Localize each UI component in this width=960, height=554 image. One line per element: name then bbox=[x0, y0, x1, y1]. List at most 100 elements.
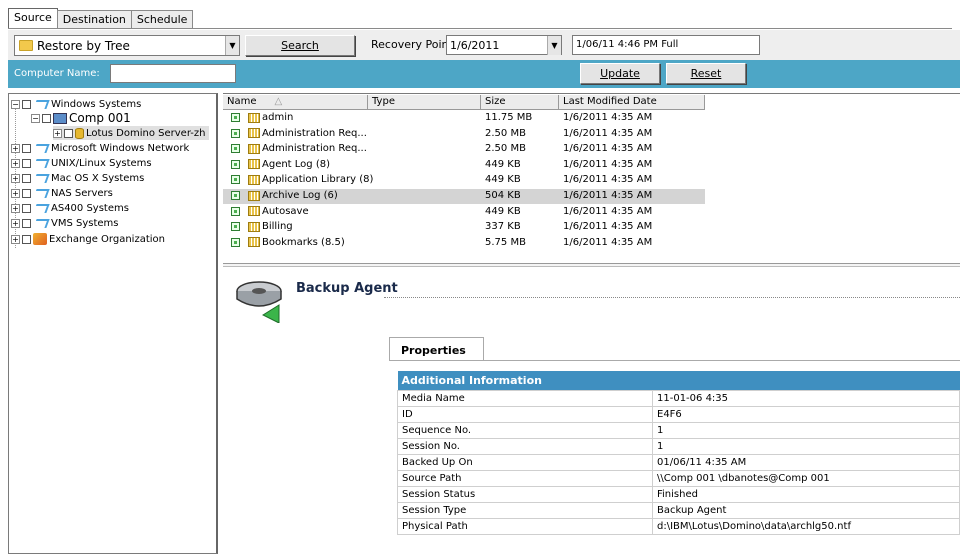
table-row[interactable]: Administration Req... 2.50 MB 1/6/2011 4:3… bbox=[223, 127, 705, 142]
row-checkbox[interactable] bbox=[231, 237, 240, 247]
collapse-icon[interactable]: − bbox=[31, 113, 40, 123]
table-row[interactable]: Autosave 449 KB 1/6/2011 4:35 AM bbox=[223, 205, 705, 220]
file-size: 2.50 MB bbox=[485, 127, 526, 139]
tree-node-label: Mac OS X Systems bbox=[51, 172, 145, 184]
file-date: 1/6/2011 4:35 AM bbox=[563, 221, 653, 233]
network-icon bbox=[33, 172, 49, 184]
tree-checkbox[interactable] bbox=[22, 188, 31, 198]
table-row[interactable]: Billing 337 KB 1/6/2011 4:35 AM bbox=[223, 220, 705, 235]
file-date: 1/6/2011 4:35 AM bbox=[563, 190, 653, 201]
tree-checkbox[interactable] bbox=[22, 218, 31, 228]
recovery-point-select[interactable]: 1/6/2011 ▼ bbox=[446, 35, 562, 55]
property-row: Session Status Finished bbox=[397, 485, 960, 503]
tree-node-nas-servers[interactable]: + NAS Servers bbox=[11, 186, 113, 200]
row-checkbox[interactable] bbox=[231, 128, 240, 138]
file-size: 449 KB bbox=[485, 158, 521, 170]
row-checkbox[interactable] bbox=[231, 113, 240, 122]
network-icon bbox=[33, 202, 49, 214]
section-header: Additional Information bbox=[397, 371, 960, 390]
network-icon bbox=[33, 142, 49, 154]
tree-checkbox[interactable] bbox=[64, 128, 73, 138]
computer-name-input[interactable] bbox=[110, 64, 236, 83]
row-checkbox[interactable] bbox=[231, 222, 240, 232]
tab-schedule[interactable]: Schedule bbox=[130, 10, 194, 29]
expand-icon[interactable]: + bbox=[11, 188, 20, 198]
tree-checkbox[interactable] bbox=[22, 99, 31, 109]
expand-icon[interactable]: + bbox=[11, 158, 20, 168]
property-key: Session Type bbox=[397, 501, 653, 519]
tree-node-ms-windows-network[interactable]: + Microsoft Windows Network bbox=[11, 141, 189, 155]
tab-destination[interactable]: Destination bbox=[56, 10, 132, 29]
table-row[interactable]: Bookmarks (8.5) 5.75 MB 1/6/2011 4:35 AM bbox=[223, 236, 705, 251]
expand-icon[interactable]: + bbox=[11, 203, 20, 213]
update-button[interactable]: Update bbox=[580, 63, 660, 84]
tree-node-exchange[interactable]: + Exchange Organization bbox=[11, 232, 165, 246]
row-checkbox[interactable] bbox=[231, 159, 240, 169]
property-key: Source Path bbox=[397, 469, 653, 487]
tree-node-label: Comp 001 bbox=[69, 111, 131, 125]
file-date: 1/6/2011 4:35 AM bbox=[563, 143, 653, 155]
expand-icon[interactable]: + bbox=[11, 143, 20, 153]
search-button[interactable]: Search bbox=[245, 35, 355, 56]
recovery-point-detail: 1/06/11 4:46 PM Full bbox=[572, 35, 760, 55]
expand-icon[interactable]: + bbox=[53, 128, 62, 138]
chevron-down-icon[interactable]: ▼ bbox=[225, 36, 239, 55]
property-key: Backed Up On bbox=[397, 453, 653, 471]
column-header-type[interactable]: Type bbox=[368, 95, 481, 110]
tree-node-label: AS400 Systems bbox=[51, 202, 129, 214]
property-row: Sequence No. 1 bbox=[397, 421, 960, 439]
restore-mode-select[interactable]: Restore by Tree ▼ bbox=[14, 35, 240, 56]
network-icon bbox=[33, 157, 49, 169]
row-checkbox[interactable] bbox=[231, 191, 240, 200]
tree-node-label: VMS Systems bbox=[51, 217, 119, 229]
tree-node-label: Microsoft Windows Network bbox=[51, 142, 190, 154]
tree-checkbox[interactable] bbox=[22, 203, 31, 213]
document-icon bbox=[248, 112, 260, 123]
tree-checkbox[interactable] bbox=[22, 234, 31, 244]
property-row: Media Name 11-01-06 4:35 bbox=[397, 389, 960, 407]
column-header-size[interactable]: Size bbox=[481, 95, 559, 110]
expand-icon[interactable]: + bbox=[11, 234, 20, 244]
computer-icon bbox=[53, 112, 67, 124]
collapse-icon[interactable]: − bbox=[11, 99, 20, 109]
document-icon bbox=[248, 237, 260, 248]
recovery-point-value: 1/6/2011 bbox=[450, 38, 500, 52]
tab-properties[interactable]: Properties bbox=[389, 337, 484, 361]
tree-node-vms[interactable]: + VMS Systems bbox=[11, 216, 119, 230]
document-icon bbox=[248, 190, 260, 201]
property-row: ID E4F6 bbox=[397, 405, 960, 423]
tree-checkbox[interactable] bbox=[22, 143, 31, 153]
computer-name-label: Computer Name: bbox=[14, 68, 100, 79]
tree-checkbox[interactable] bbox=[22, 158, 31, 168]
document-icon bbox=[248, 221, 260, 232]
row-checkbox[interactable] bbox=[231, 206, 240, 216]
tree-node-comp-001[interactable]: − Comp 001 bbox=[31, 111, 131, 125]
expand-icon[interactable]: + bbox=[11, 173, 20, 183]
tab-source[interactable]: Source bbox=[8, 8, 58, 29]
file-date: 1/6/2011 4:35 AM bbox=[563, 112, 653, 123]
table-row[interactable]: Administration Req... 2.50 MB 1/6/2011 4:3… bbox=[223, 142, 705, 157]
table-row[interactable]: Agent Log (8) 449 KB 1/6/2011 4:35 AM bbox=[223, 158, 705, 173]
tree-node-lotus-domino[interactable]: + Lotus Domino Server-zh bbox=[53, 126, 210, 140]
tree-node-unix-linux[interactable]: + UNIX/Linux Systems bbox=[11, 156, 152, 170]
chevron-down-icon[interactable]: ▼ bbox=[547, 35, 561, 55]
tree-node-windows-systems[interactable]: − Windows Systems bbox=[11, 97, 141, 111]
property-value: d:\IBM\Lotus\Domino\data\archlg50.ntf bbox=[652, 517, 960, 535]
expand-icon[interactable]: + bbox=[11, 218, 20, 228]
table-row[interactable]: Application Library (8) 449 KB 1/6/2011 4:… bbox=[223, 173, 705, 188]
row-checkbox[interactable] bbox=[231, 144, 240, 154]
table-row[interactable]: admin 11.75 MB 1/6/2011 4:35 AM bbox=[223, 111, 705, 126]
tree-node-mac-os-x[interactable]: + Mac OS X Systems bbox=[11, 171, 144, 185]
column-header-date[interactable]: Last Modified Date bbox=[559, 95, 705, 110]
file-name: admin bbox=[262, 112, 294, 123]
reset-button[interactable]: Reset bbox=[666, 63, 746, 84]
tree-checkbox[interactable] bbox=[22, 173, 31, 183]
tree-checkbox[interactable] bbox=[42, 113, 51, 123]
tree-node-as400[interactable]: + AS400 Systems bbox=[11, 201, 129, 215]
property-row: Source Path \\Comp 001 \dbanotes@Comp 001 bbox=[397, 469, 960, 487]
column-header-name[interactable]: Name △ bbox=[223, 95, 368, 110]
property-value: 1 bbox=[652, 421, 960, 439]
property-key: Session Status bbox=[397, 485, 653, 503]
row-checkbox[interactable] bbox=[231, 175, 240, 185]
table-row[interactable]: Archive Log (6) 504 KB 1/6/2011 4:35 AM bbox=[223, 189, 705, 204]
